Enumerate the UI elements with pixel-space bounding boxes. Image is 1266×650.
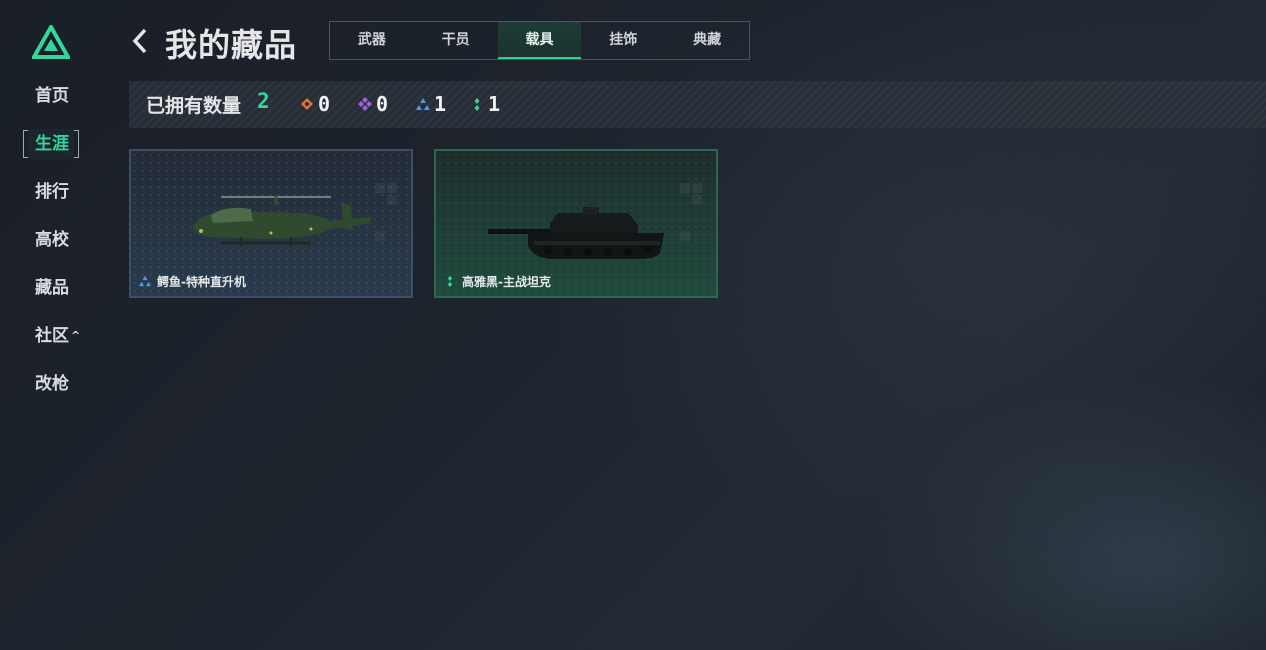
rarity-purple-count: 0 — [376, 92, 389, 116]
sidebar: 首页 生涯 排行 高校 藏品 社区 ^ 改枪 — [0, 0, 105, 650]
owned-total-count: 2 — [257, 89, 270, 113]
rarity-orange: 0 — [300, 92, 331, 116]
page-title: 我的藏品 — [165, 26, 298, 64]
helicopter-image — [193, 195, 371, 247]
rarity-blue: 1 — [416, 92, 447, 116]
vehicle-card-helicopter[interactable]: 鳄鱼-特种直升机 — [129, 149, 413, 298]
chevron-up-icon: ^ — [71, 329, 81, 342]
nav-community-label: 社区 — [35, 326, 69, 346]
green-dots-icon — [474, 98, 480, 111]
rarity-blue-count: 1 — [434, 92, 447, 116]
vehicle-card-tank[interactable]: 高雅黑-主战坦克 — [434, 149, 718, 298]
nav-career[interactable]: 生涯 — [35, 132, 69, 156]
card-label: 鳄鱼-特种直升机 — [139, 273, 246, 289]
tab-operators[interactable]: 干员 — [414, 22, 498, 59]
back-arrow-icon[interactable] — [130, 27, 150, 55]
owned-label: 已拥有数量 — [146, 95, 242, 117]
nav-collection[interactable]: 藏品 — [35, 276, 69, 300]
orange-diamond-icon — [301, 98, 313, 110]
nav-ranking[interactable]: 排行 — [35, 180, 69, 204]
card-name: 鳄鱼-特种直升机 — [157, 274, 246, 289]
decor-squares — [680, 183, 702, 241]
tab-treasures[interactable]: 典藏 — [665, 22, 749, 59]
blue-rarity-icon — [139, 275, 151, 287]
tab-weapons[interactable]: 武器 — [330, 22, 414, 59]
nav-school[interactable]: 高校 — [35, 228, 69, 252]
card-name: 高雅黑-主战坦克 — [462, 274, 551, 289]
rarity-purple: 0 — [358, 92, 389, 116]
category-tabs: 武器 干员 载具 挂饰 典藏 — [329, 21, 750, 60]
purple-diamond-icon — [358, 97, 372, 111]
card-label: 高雅黑-主战坦克 — [444, 273, 551, 289]
tank-image — [488, 201, 664, 259]
logo-icon[interactable] — [32, 25, 70, 59]
blue-triangle-icon — [416, 98, 430, 110]
rarity-green-count: 1 — [488, 92, 501, 116]
owned-summary-bar: 已拥有数量 2 0 0 1 1 — [129, 81, 1266, 128]
rarity-orange-count: 0 — [318, 92, 331, 116]
rarity-green: 1 — [470, 92, 501, 116]
tab-vehicles[interactable]: 载具 — [497, 22, 582, 59]
tab-charms[interactable]: 挂饰 — [581, 22, 665, 59]
decor-squares — [375, 183, 397, 241]
nav-community[interactable]: 社区 ^ — [35, 324, 80, 348]
nav-home[interactable]: 首页 — [35, 84, 69, 108]
nav-gun-mod[interactable]: 改枪 — [35, 372, 69, 396]
green-rarity-icon — [447, 275, 453, 287]
